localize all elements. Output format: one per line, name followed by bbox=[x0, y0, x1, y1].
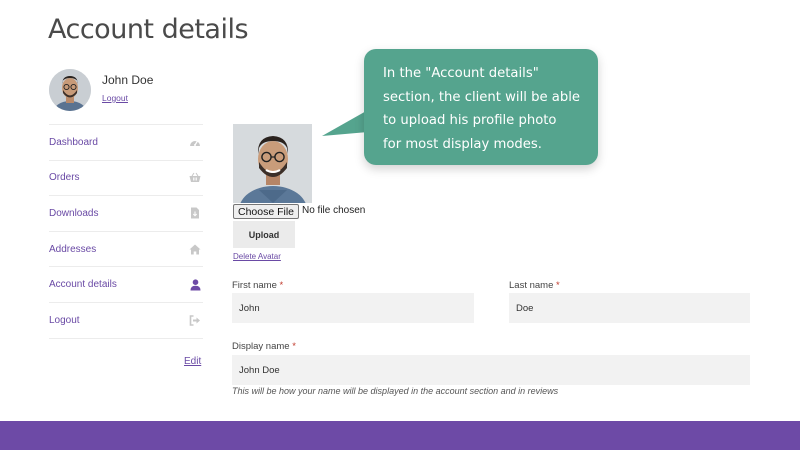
nav-item-label: Orders bbox=[49, 172, 80, 184]
home-icon bbox=[189, 243, 201, 255]
first-name-label-text: First name bbox=[232, 280, 277, 291]
display-name-label: Display name * bbox=[232, 341, 296, 352]
edit-link[interactable]: Edit bbox=[184, 356, 201, 367]
nav-item-account-details[interactable]: Account details bbox=[49, 267, 203, 303]
user-icon bbox=[189, 279, 201, 291]
last-name-input[interactable]: Doe bbox=[509, 293, 750, 323]
logout-link[interactable]: Logout bbox=[102, 93, 128, 103]
page-title: Account details bbox=[48, 14, 249, 45]
delete-avatar-link[interactable]: Delete Avatar bbox=[233, 252, 281, 261]
nav-item-label: Dashboard bbox=[49, 136, 98, 148]
callout-line: for most display modes. bbox=[383, 136, 542, 152]
footer-bar bbox=[0, 421, 800, 450]
nav-item-addresses[interactable]: Addresses bbox=[49, 232, 203, 268]
last-name-label: Last name * bbox=[509, 280, 560, 291]
account-nav: Dashboard Orders Downloads Addresses Acc… bbox=[49, 124, 203, 339]
display-name-hint: This will be how your name will be displ… bbox=[232, 386, 559, 396]
callout-text: In the "Account details" section, the cl… bbox=[383, 62, 588, 156]
nav-item-downloads[interactable]: Downloads bbox=[49, 196, 203, 232]
nav-item-label: Downloads bbox=[49, 207, 99, 219]
callout-pointer bbox=[322, 110, 368, 136]
first-name-input[interactable]: John bbox=[232, 293, 474, 323]
file-status-text: No file chosen bbox=[302, 205, 366, 216]
required-mark: * bbox=[556, 280, 560, 291]
nav-item-label: Account details bbox=[49, 279, 117, 291]
required-mark: * bbox=[292, 341, 296, 352]
first-name-label: First name * bbox=[232, 280, 283, 291]
display-name-label-text: Display name bbox=[232, 341, 290, 352]
nav-item-dashboard[interactable]: Dashboard bbox=[49, 125, 203, 161]
basket-icon bbox=[189, 172, 201, 184]
display-name-input[interactable]: John Doe bbox=[232, 355, 750, 385]
callout-line: to upload his profile photo bbox=[383, 113, 557, 128]
last-name-label-text: Last name bbox=[509, 280, 554, 291]
nav-item-label: Addresses bbox=[49, 243, 97, 255]
user-name: John Doe bbox=[102, 73, 154, 87]
callout-line: section, the client will be able bbox=[383, 89, 581, 105]
callout-line: In the "Account details" bbox=[383, 66, 539, 81]
required-mark: * bbox=[279, 280, 284, 291]
sign-out-icon bbox=[189, 314, 201, 326]
dashboard-icon bbox=[189, 136, 201, 148]
nav-item-orders[interactable]: Orders bbox=[49, 161, 203, 197]
nav-item-label: Logout bbox=[49, 314, 80, 326]
choose-file-button[interactable]: Choose File bbox=[233, 204, 299, 219]
nav-item-logout[interactable]: Logout bbox=[49, 303, 203, 339]
upload-button[interactable]: Upload bbox=[233, 221, 295, 248]
user-avatar bbox=[49, 69, 91, 111]
file-download-icon bbox=[189, 207, 201, 219]
profile-photo bbox=[233, 124, 312, 203]
